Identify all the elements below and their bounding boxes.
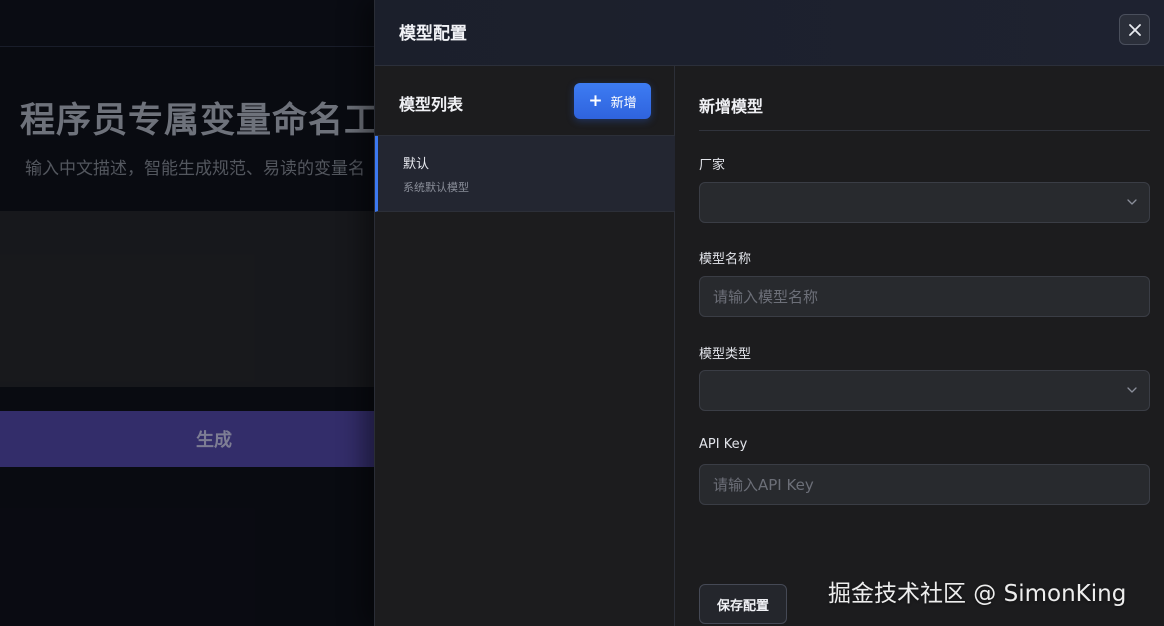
model-name-input[interactable] xyxy=(700,277,1149,316)
model-config-drawer: 模型配置 模型列表 + 新增 默认 系统默认模型 新增模型 厂家 模型名称 请输… xyxy=(374,0,1164,626)
model-list-panel: 模型列表 + 新增 默认 系统默认模型 xyxy=(375,66,675,626)
model-form-panel: 新增模型 厂家 模型名称 模型类型 API Key 保存配置 xyxy=(675,66,1164,626)
model-list-header: 模型列表 + 新增 xyxy=(375,66,675,136)
form-divider xyxy=(699,130,1150,131)
model-name-label: 模型名称 xyxy=(699,252,752,267)
chevron-down-icon xyxy=(1127,199,1137,205)
form-title: 新增模型 xyxy=(699,97,764,116)
model-type-label: 模型类型 xyxy=(699,347,752,362)
model-type-select[interactable] xyxy=(699,370,1150,411)
close-icon xyxy=(1128,23,1141,36)
watermark: 掘金技术社区 @ SimonKing xyxy=(828,581,1127,607)
vendor-label: 厂家 xyxy=(699,158,726,173)
api-key-input[interactable] xyxy=(700,465,1149,504)
model-name-field-box xyxy=(699,276,1150,317)
vendor-select[interactable] xyxy=(699,182,1150,223)
chevron-down-icon xyxy=(1127,387,1137,393)
model-item-name: 默认 xyxy=(403,157,430,172)
drawer-title: 模型配置 xyxy=(399,24,467,44)
plus-icon: + xyxy=(588,90,603,111)
model-item-description: 系统默认模型 xyxy=(403,181,469,194)
drawer-header: 模型配置 xyxy=(375,0,1164,66)
save-config-button[interactable]: 保存配置 xyxy=(699,584,787,624)
add-model-button[interactable]: + 新增 xyxy=(574,83,651,119)
api-key-field-box xyxy=(699,464,1150,505)
model-list-title: 模型列表 xyxy=(399,95,464,114)
add-model-label: 新增 xyxy=(610,95,637,111)
model-list-item-default[interactable]: 默认 系统默认模型 xyxy=(375,136,675,212)
close-button[interactable] xyxy=(1119,14,1150,45)
api-key-label: API Key xyxy=(699,437,748,452)
